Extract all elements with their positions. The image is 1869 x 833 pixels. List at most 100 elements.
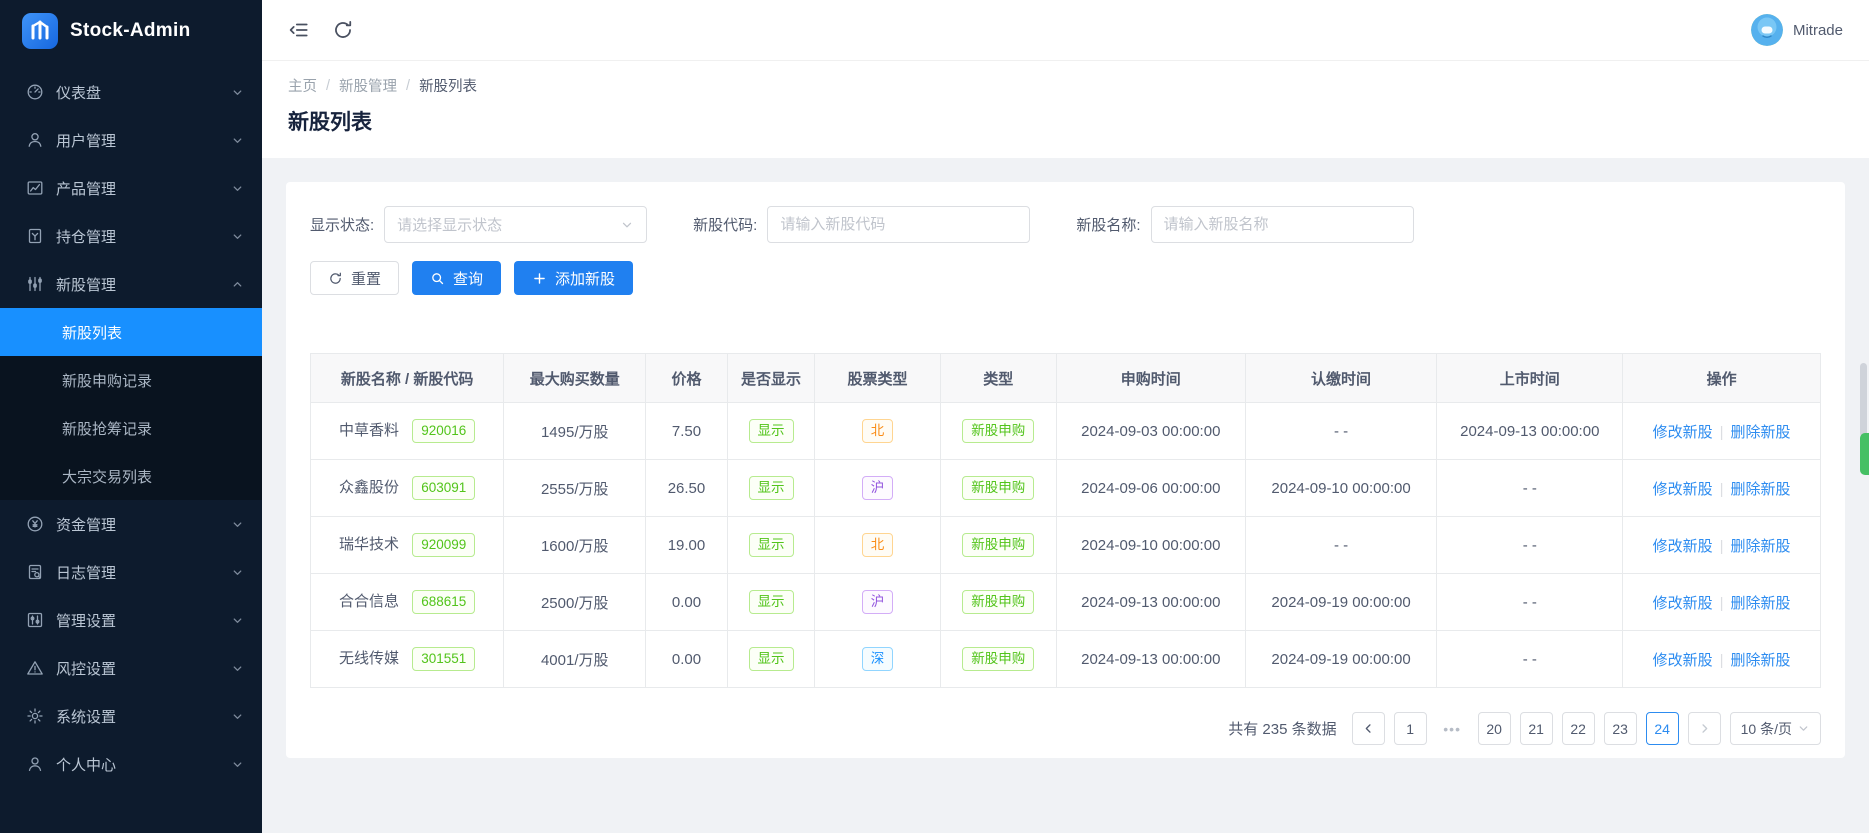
chevron-left-icon (1362, 722, 1375, 735)
cell-apply-time: 2024-09-13 00:00:00 (1056, 631, 1245, 688)
page-size-select[interactable]: 10 条/页 (1730, 712, 1821, 745)
submenu-item-label: 新股申购记录 (62, 370, 152, 391)
sidebar-item[interactable]: 持仓管理 (0, 212, 262, 260)
edit-stock-link[interactable]: 修改新股 (1653, 652, 1713, 669)
plus-icon (532, 271, 547, 286)
page-button[interactable]: 1 (1394, 712, 1427, 745)
stock-name-input[interactable] (1151, 206, 1414, 243)
user-icon (26, 131, 44, 149)
chevron-up-icon (231, 278, 244, 291)
page-button[interactable]: ••• (1436, 712, 1469, 745)
sidebar-item[interactable]: 用户管理 (0, 116, 262, 164)
chevron-right-icon (1698, 722, 1711, 735)
chevron-down-icon (620, 218, 634, 232)
cell-type: 新股申购 (940, 517, 1056, 574)
prev-page-button[interactable] (1352, 712, 1385, 745)
sidebar-item-label: 系统设置 (56, 706, 231, 727)
sidebar-item[interactable]: 产品管理 (0, 164, 262, 212)
page-button[interactable]: 23 (1604, 712, 1637, 745)
stock-name: 瑞华技术 (339, 536, 399, 553)
reset-icon (328, 271, 343, 286)
display-status-select[interactable]: 请选择显示状态 (384, 206, 647, 243)
floating-side-tab[interactable] (1860, 433, 1869, 475)
table-row: 无线传媒 301551 4001/万股 0.00 显示 深 新股申购 2024-… (311, 631, 1821, 688)
visible-tag: 显示 (749, 647, 794, 671)
edit-stock-link[interactable]: 修改新股 (1653, 538, 1713, 555)
collapse-sidebar-icon[interactable] (288, 19, 310, 41)
list-card: 显示状态: 请选择显示状态 新股代码: 新股名称: (286, 182, 1845, 758)
sidebar-item-new-stock-group[interactable]: 新股管理 (0, 260, 262, 308)
delete-stock-link[interactable]: 删除新股 (1731, 538, 1791, 555)
cell-actions: 修改新股|删除新股 (1623, 403, 1821, 460)
sidebar-item-label: 风控设置 (56, 658, 231, 679)
add-new-stock-button[interactable]: 添加新股 (514, 261, 633, 295)
cell-max-buy: 1495/万股 (504, 403, 646, 460)
page-button[interactable]: 24 (1646, 712, 1679, 745)
sidebar-item-label: 管理设置 (56, 610, 231, 631)
vertical-scrollbar-thumb[interactable] (1860, 363, 1867, 437)
position-icon (26, 227, 44, 245)
username: Mitrade (1793, 22, 1843, 39)
total-count-text: 共有 235 条数据 (1228, 718, 1336, 739)
sidebar-item[interactable]: 日志管理 (0, 548, 262, 596)
refresh-icon[interactable] (332, 19, 354, 41)
delete-stock-link[interactable]: 删除新股 (1731, 424, 1791, 441)
cell-apply-time: 2024-09-06 00:00:00 (1056, 460, 1245, 517)
column-header: 操作 (1623, 354, 1821, 403)
user-menu[interactable]: Mitrade (1751, 14, 1843, 46)
sidebar-item[interactable]: 风控设置 (0, 644, 262, 692)
reset-button[interactable]: 重置 (310, 261, 399, 295)
cell-visible: 显示 (727, 460, 815, 517)
action-divider: | (1720, 481, 1724, 498)
chart-icon (26, 179, 44, 197)
breadcrumb-separator: / (326, 78, 330, 94)
page-button[interactable]: 22 (1562, 712, 1595, 745)
type-tag: 新股申购 (962, 647, 1034, 671)
page-button[interactable]: 20 (1478, 712, 1511, 745)
cell-max-buy: 2555/万股 (504, 460, 646, 517)
delete-stock-link[interactable]: 删除新股 (1731, 481, 1791, 498)
edit-stock-link[interactable]: 修改新股 (1653, 424, 1713, 441)
chevron-down-icon (231, 134, 244, 147)
market-tag: 北 (862, 419, 894, 443)
stock-code-input[interactable] (767, 206, 1030, 243)
table-row: 合合信息 688615 2500/万股 0.00 显示 沪 新股申购 2024-… (311, 574, 1821, 631)
submenu-item-label: 新股抢筹记录 (62, 418, 152, 439)
cell-visible: 显示 (727, 631, 815, 688)
cell-name-code: 合合信息 688615 (311, 574, 504, 631)
cell-actions: 修改新股 | 删除新股 (1623, 631, 1821, 688)
breadcrumb-home[interactable]: 主页 (288, 75, 317, 96)
sidebar-item[interactable]: 管理设置 (0, 596, 262, 644)
market-tag: 沪 (862, 590, 894, 614)
delete-stock-link[interactable]: 删除新股 (1731, 652, 1791, 669)
app-title: Stock-Admin (70, 20, 190, 42)
sidebar-item[interactable]: 仪表盘 (0, 68, 262, 116)
stock-name: 合合信息 (339, 593, 399, 610)
column-header: 上市时间 (1437, 354, 1623, 403)
edit-stock-link[interactable]: 修改新股 (1653, 481, 1713, 498)
action-divider: | (1720, 652, 1724, 669)
table-row: 瑞华技术 920099 1600/万股 19.00 显示 北 新股申购 2024… (311, 517, 1821, 574)
sidebar-item[interactable]: 个人中心 (0, 740, 262, 788)
type-tag: 新股申购 (962, 533, 1034, 557)
submenu-item[interactable]: 新股申购记录 (0, 356, 262, 404)
page-button[interactable]: 21 (1520, 712, 1553, 745)
column-header: 类型 (940, 354, 1056, 403)
cell-price: 0.00 (646, 631, 728, 688)
edit-stock-link[interactable]: 修改新股 (1653, 595, 1713, 612)
page-title: 新股列表 (288, 106, 1843, 136)
app-logo[interactable]: Stock-Admin (0, 0, 262, 62)
submenu-item[interactable]: 新股抢筹记录 (0, 404, 262, 452)
cell-actions: 修改新股|删除新股 (1623, 574, 1821, 631)
filter-display-status: 显示状态: 请选择显示状态 (310, 206, 647, 243)
breadcrumb-new-stock-management[interactable]: 新股管理 (339, 75, 397, 96)
sidebar-item[interactable]: 系统设置 (0, 692, 262, 740)
delete-stock-link[interactable]: 删除新股 (1731, 595, 1791, 612)
search-button[interactable]: 查询 (412, 261, 501, 295)
submenu-item[interactable]: 新股列表 (0, 308, 262, 356)
next-page-button[interactable] (1688, 712, 1721, 745)
submenu-item[interactable]: 大宗交易列表 (0, 452, 262, 500)
cell-market: 沪 (815, 574, 940, 631)
sidebar-item[interactable]: 资金管理 (0, 500, 262, 548)
cell-list-time: 2024-09-13 00:00:00 (1437, 403, 1623, 460)
